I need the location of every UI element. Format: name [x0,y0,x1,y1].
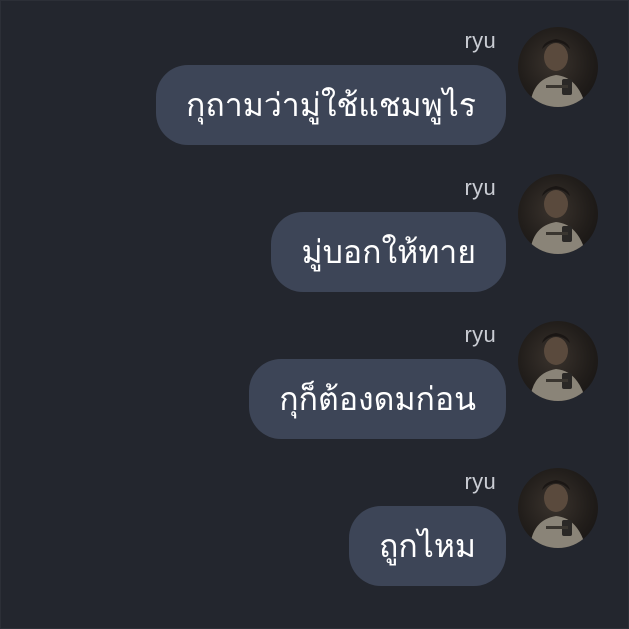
sender-name: ryu [464,28,496,53]
chat-message: ryu ถูกไหม [0,442,628,589]
user-avatar-icon[interactable] [518,468,598,548]
user-avatar-icon[interactable] [518,174,598,254]
message-bubble[interactable]: กุถามว่ามู่ใช้แชมพูไร [156,65,506,145]
user-avatar-icon[interactable] [518,27,598,107]
user-avatar-icon[interactable] [518,321,598,401]
message-bubble[interactable]: มู่บอกให้ทาย [271,212,506,292]
sender-name: ryu [464,322,496,347]
sender-name: ryu [464,469,496,494]
chat-message: ryu มู่บอกให้ทาย [0,148,628,295]
chat-window: ryu กุถามว่ามู่ใช้แชมพูไร ryu มู่บอกให้ท… [0,0,629,629]
message-bubble[interactable]: กุก็ต้องดมก่อน [249,359,506,439]
chat-message: ryu กุถามว่ามู่ใช้แชมพูไร [0,1,628,148]
chat-message: ryu กุก็ต้องดมก่อน [0,295,628,442]
message-bubble[interactable]: ถูกไหม [348,506,506,586]
sender-name: ryu [464,175,496,200]
